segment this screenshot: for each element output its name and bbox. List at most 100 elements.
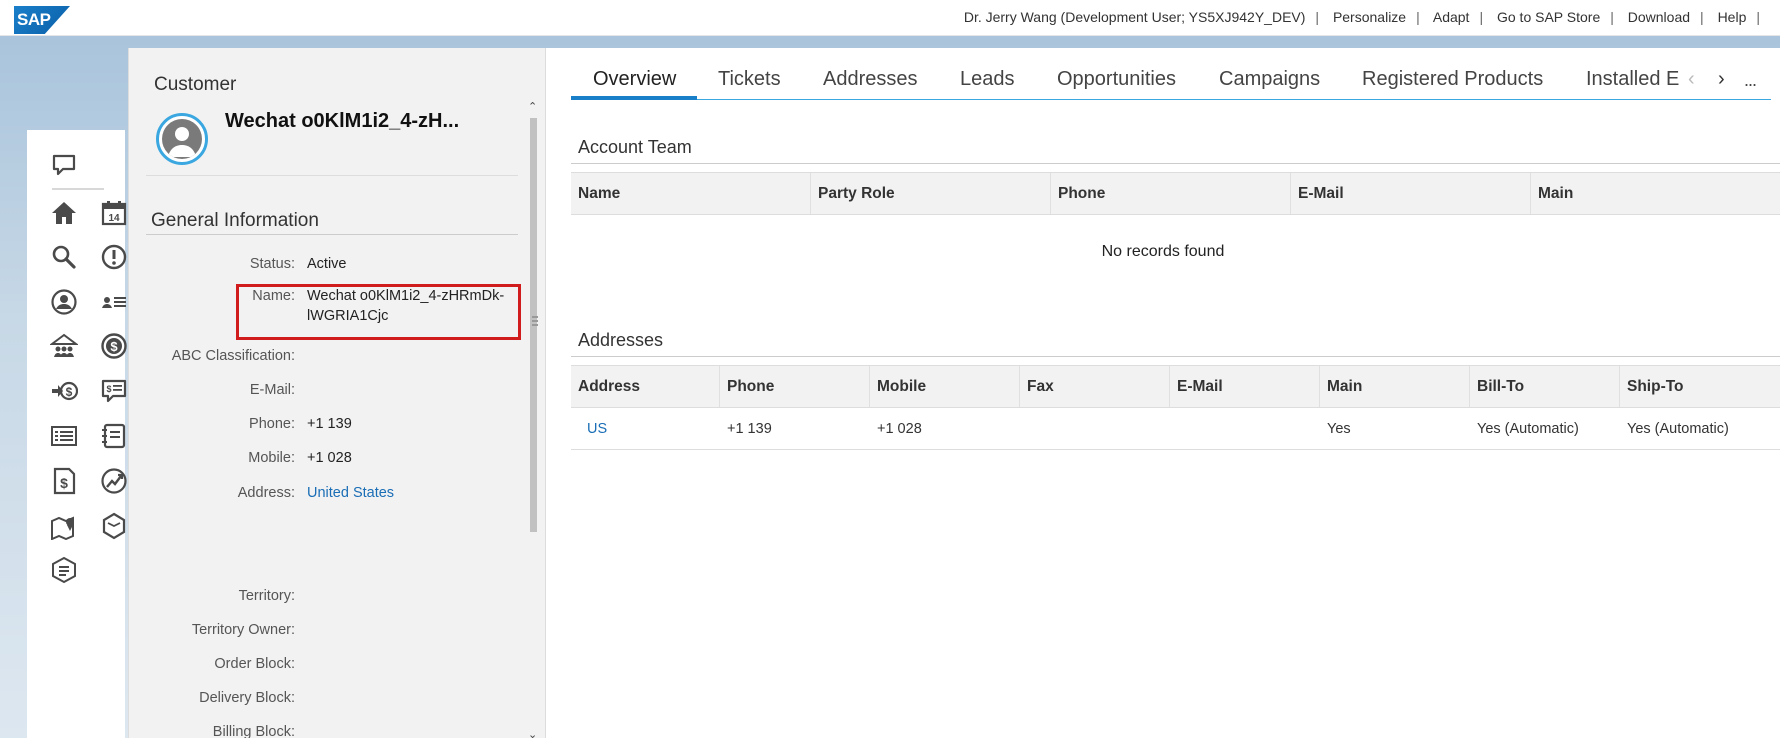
svg-text:$: $ — [60, 475, 68, 491]
customer-avatar[interactable] — [156, 113, 208, 165]
header-links: Dr. Jerry Wang (Development User; YS5XJ9… — [963, 9, 1760, 25]
order-block-label: Order Block: — [214, 656, 295, 672]
tab-addresses[interactable]: Addresses — [823, 68, 918, 91]
column-header-main[interactable]: Main — [1531, 173, 1780, 214]
addresses-title: Addresses — [578, 330, 664, 350]
tab-installed-base[interactable]: Installed E — [1586, 68, 1696, 91]
scroll-up-icon[interactable]: ⌃ — [528, 100, 537, 113]
address-link[interactable]: United States — [307, 485, 394, 501]
column-header-email[interactable]: E-Mail — [1291, 173, 1531, 214]
tab-scroll-right-icon[interactable]: › — [1718, 68, 1725, 91]
forecast-icon[interactable] — [99, 466, 129, 496]
account-team-title: Account Team — [578, 137, 692, 157]
row-bill-to: Yes (Automatic) — [1477, 421, 1579, 437]
column-header-phone[interactable]: Phone — [1051, 173, 1291, 214]
column-header-main[interactable]: Main — [1320, 366, 1470, 407]
phone-value: +1 139 — [307, 416, 352, 432]
account-icon[interactable] — [49, 287, 79, 317]
user-name-link[interactable]: Dr. Jerry Wang (Development User; YS5XJ9… — [964, 9, 1306, 25]
list-icon[interactable] — [49, 421, 79, 451]
mobile-value: +1 028 — [307, 450, 352, 466]
home-icon[interactable] — [49, 198, 79, 228]
object-type-label: Customer — [154, 74, 237, 95]
status-value: Active — [307, 256, 347, 272]
row-phone: +1 139 — [727, 421, 772, 437]
more-tabs-icon[interactable]: ... — [1744, 70, 1757, 91]
sap-store-link[interactable]: Go to SAP Store — [1497, 9, 1600, 25]
svg-text:$: $ — [110, 339, 118, 354]
table-row[interactable]: US +1 139 +1 028 Yes Yes (Automatic) Yes… — [571, 408, 1780, 450]
no-records-message: No records found — [1101, 243, 1225, 260]
column-header-phone[interactable]: Phone — [720, 366, 870, 407]
company-icon[interactable] — [49, 331, 79, 361]
svg-text:$: $ — [106, 384, 111, 394]
tab-opportunities[interactable]: Opportunities — [1057, 68, 1176, 91]
row-email — [1170, 408, 1177, 450]
territory-owner-label: Territory Owner: — [191, 622, 295, 638]
section-divider — [146, 234, 518, 235]
quote-icon[interactable]: $ — [99, 376, 129, 406]
revenue-icon[interactable]: $ — [99, 331, 129, 361]
address-country-link[interactable]: US — [571, 408, 607, 450]
personalize-link[interactable]: Personalize — [1333, 9, 1406, 25]
column-header-fax[interactable]: Fax — [1020, 366, 1170, 407]
addresses-divider — [571, 356, 1780, 357]
active-tab-indicator — [571, 96, 697, 100]
column-header-address[interactable]: Address — [571, 366, 720, 407]
status-label: Status: — [249, 256, 295, 272]
abc-classification-label: ABC Classification: — [171, 348, 295, 364]
delivery-block-label: Delivery Block: — [199, 690, 295, 706]
general-information-title: General Information — [151, 210, 319, 231]
alert-icon[interactable] — [99, 242, 129, 272]
tab-overview[interactable]: Overview — [593, 68, 676, 91]
shell-header: SAP Dr. Jerry Wang (Development User; YS… — [0, 0, 1780, 36]
sap-logo[interactable]: SAP — [14, 6, 70, 34]
documents-icon[interactable] — [49, 555, 79, 585]
account-team-divider — [571, 163, 1780, 164]
help-link[interactable]: Help — [1718, 9, 1747, 25]
column-header-bill-to[interactable]: Bill-To — [1470, 366, 1620, 407]
highlight-box — [236, 284, 521, 340]
panel-splitter-handle[interactable] — [532, 316, 538, 332]
tab-leads[interactable]: Leads — [960, 68, 1015, 91]
customer-name-title: Wechat o0KlM1i2_4-zH... — [225, 110, 460, 132]
tab-registered-products[interactable]: Registered Products — [1362, 68, 1543, 91]
chat-icon[interactable] — [49, 150, 79, 180]
address-label: Address: — [237, 485, 295, 501]
search-icon[interactable] — [49, 242, 79, 272]
adapt-link[interactable]: Adapt — [1433, 9, 1470, 25]
nav-divider — [52, 188, 104, 190]
row-main: Yes — [1327, 421, 1351, 437]
addresses-table-header: Address Phone Mobile Fax E-Mail Main Bil… — [571, 365, 1780, 408]
products-icon[interactable] — [99, 511, 129, 541]
map-icon[interactable] — [49, 511, 79, 541]
header-divider — [146, 175, 518, 176]
row-mobile: +1 028 — [877, 421, 922, 437]
tab-campaigns[interactable]: Campaigns — [1219, 68, 1320, 91]
main-content: Overview Tickets Addresses Leads Opportu… — [546, 48, 1780, 738]
tab-scroll-left-icon[interactable]: ‹ — [1688, 68, 1695, 91]
svg-text:$: $ — [66, 385, 73, 399]
icon-navigation: 14 $ $ $ $ — [27, 130, 127, 738]
notebook-icon[interactable] — [99, 421, 129, 451]
column-header-name[interactable]: Name — [571, 173, 811, 214]
contacts-icon[interactable] — [99, 287, 129, 317]
account-team-table-header: Name Party Role Phone E-Mail Main — [571, 172, 1780, 215]
column-header-email[interactable]: E-Mail — [1170, 366, 1320, 407]
tab-tickets[interactable]: Tickets — [718, 68, 781, 91]
mobile-label: Mobile: — [248, 450, 295, 466]
person-icon — [162, 119, 202, 159]
customer-header-panel: Customer Wechat o0KlM1i2_4-zH... General… — [128, 48, 546, 738]
invoice-icon[interactable]: $ — [49, 466, 79, 496]
sales-icon[interactable]: $ — [49, 376, 79, 406]
billing-block-label: Billing Block: — [212, 724, 295, 738]
calendar-icon[interactable]: 14 — [99, 198, 129, 228]
download-link[interactable]: Download — [1628, 9, 1690, 25]
column-header-party-role[interactable]: Party Role — [811, 173, 1051, 214]
row-fax — [1020, 408, 1027, 450]
customer-panel-scrollbar[interactable]: ⌃ ⌄ — [528, 100, 538, 738]
scroll-down-icon[interactable]: ⌄ — [528, 728, 537, 738]
column-header-mobile[interactable]: Mobile — [870, 366, 1020, 407]
phone-label: Phone: — [249, 416, 295, 432]
column-header-ship-to[interactable]: Ship-To — [1620, 366, 1780, 407]
